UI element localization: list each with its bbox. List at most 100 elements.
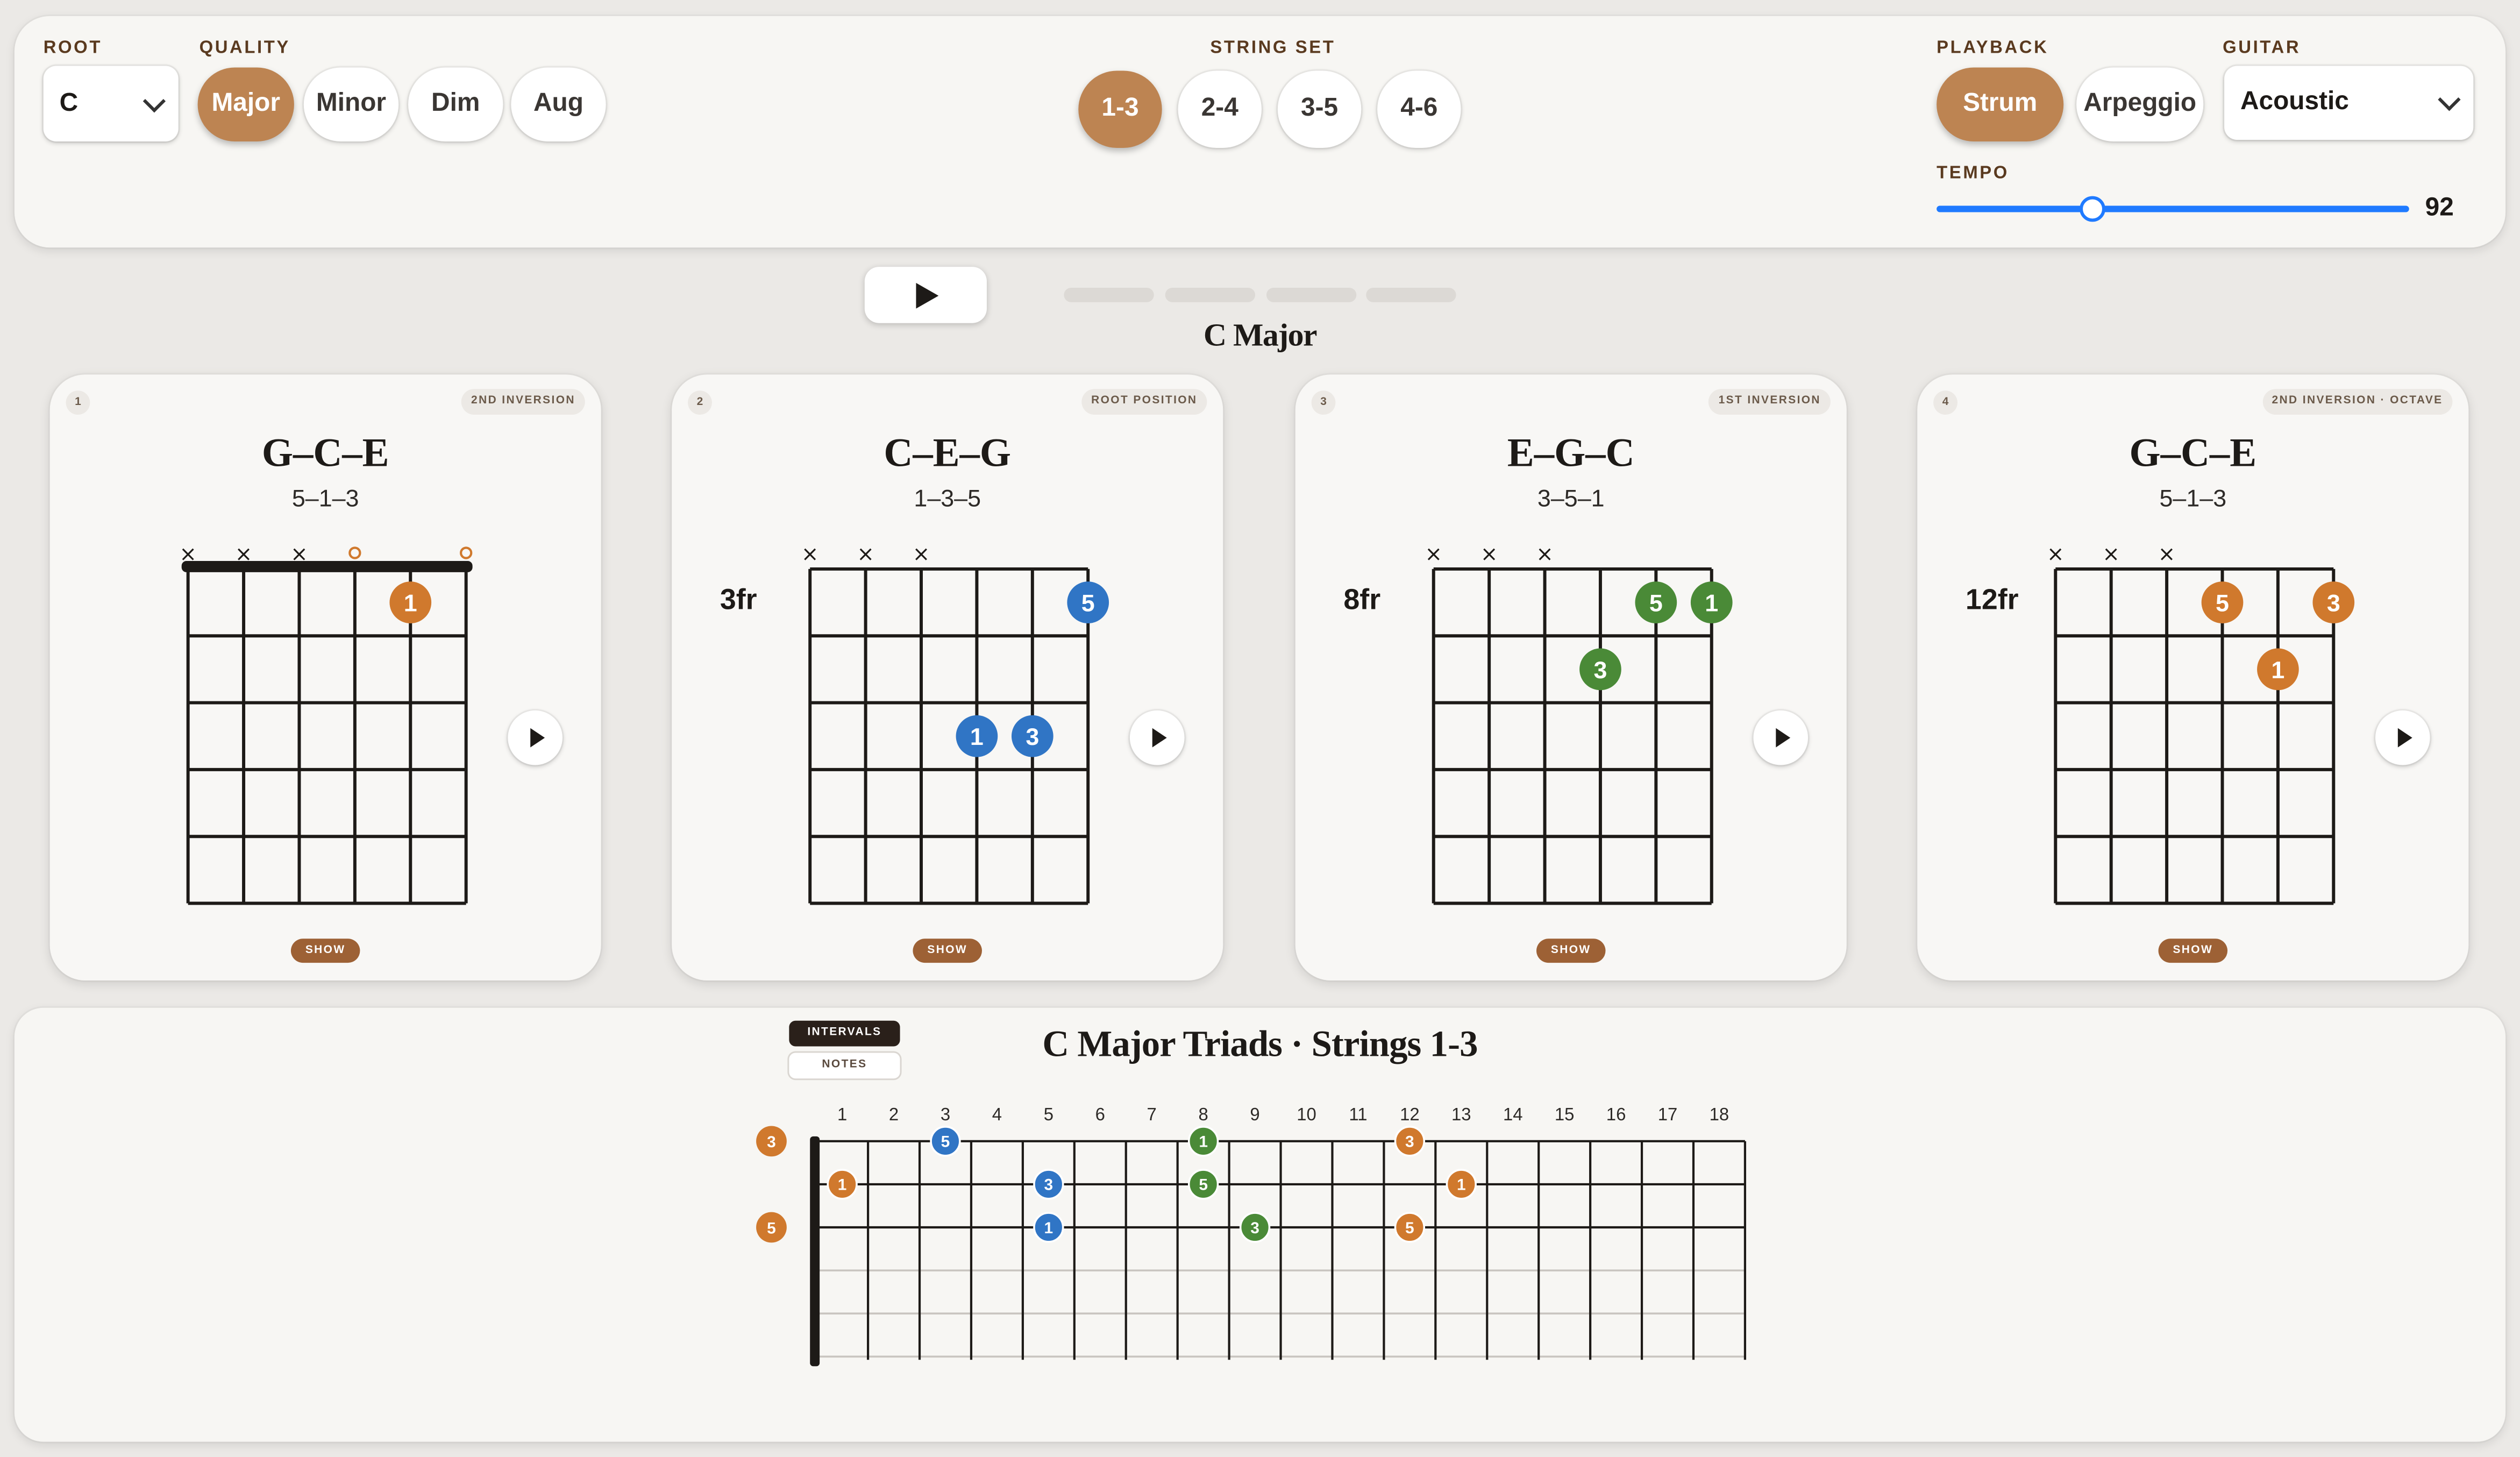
play-voicing-button[interactable] [1129,710,1185,765]
fret-number: 14 [1503,1104,1523,1124]
guitar-label: GUITAR [2223,38,2301,58]
note-dot-label: 5 [1405,1219,1414,1237]
muted-string-marker: × [2047,542,2065,566]
note-dot-label: 1 [1457,1176,1466,1194]
fret-number: 1 [837,1104,847,1124]
string-set-label: STRING SET [1210,38,1336,58]
fret-number: 4 [992,1104,1002,1124]
sequence-progress [1064,287,1456,302]
show-button[interactable]: SHOW [1536,939,1606,963]
play-voicing-button[interactable] [508,710,563,765]
string-set-1-3-button[interactable]: 1-3 [1078,70,1162,148]
root-select[interactable]: C [43,66,179,141]
play-voicing-button[interactable] [2375,710,2430,765]
quality-dim-button[interactable]: Dim [408,67,503,141]
note-dot-label: 1 [1044,1219,1053,1237]
note-dot-label: 5 [941,1133,950,1151]
progress-segment [1165,287,1256,302]
fret-number: 11 [1349,1104,1367,1124]
string-set-4-6-button[interactable]: 4-6 [1377,70,1461,148]
chord-diagram: × × × 5 3 1 [2047,542,2355,905]
finger-dot-label: 3 [1026,723,1039,750]
guitar-value: Acoustic [2240,88,2349,116]
quality-label: QUALITY [199,38,290,58]
fret-number: 17 [1658,1104,1678,1124]
playback-strum-button[interactable]: Strum [1937,67,2064,141]
chord-diagram: × × ×1 [179,542,473,905]
fret-number: 8 [1198,1104,1208,1124]
fretboard-diagram: 1 2 3 4 5 6 7 8 9 10 11 12 13 14 15 16 17 18355 1 31 3 5 11 3 5 [756,1104,1747,1367]
fretboard-panel: INTERVALS NOTES C Major Triads · Strings… [14,1007,2506,1442]
finger-dot-label: 1 [1705,590,1718,617]
tempo-slider-track [1937,205,2409,212]
string-set-3-5-button[interactable]: 3-5 [1277,70,1362,148]
fret-number: 16 [1606,1104,1626,1124]
note-dot-label: 1 [1199,1133,1208,1151]
finger-dot-label: 3 [1593,657,1607,684]
show-button[interactable]: SHOW [913,939,982,963]
muted-string-marker: × [801,542,819,566]
progress-segment [1266,287,1357,302]
fret-number: 15 [1555,1104,1575,1124]
voicing-card-3[interactable]: 3 1ST INVERSION E–G–C 3–5–1 8fr × × × 5 1 3 S… [1295,374,1847,980]
fret-number: 12 [1400,1104,1420,1124]
root-value: C [59,89,79,117]
show-button[interactable]: SHOW [290,939,360,963]
tempo-slider[interactable] [1937,196,2409,222]
note-dot-label: 3 [1250,1219,1259,1237]
chevron-down-icon [143,89,166,112]
voicing-card-1[interactable]: 1 2ND INVERSION G–C–E 5–1–3 × × × 1 SHOW [49,374,601,980]
app-root: ROOT C QUALITY Major Minor Dim Aug STRIN… [0,0,2520,1456]
fretboard-nut [810,1136,820,1367]
finger-dot-label: 1 [2271,657,2284,684]
guitar-select[interactable]: Acoustic [2224,66,2474,140]
open-note-label: 3 [767,1133,776,1151]
tempo-label: TEMPO [1937,164,2009,183]
chord-diagram: × × × 5 1 3 [801,542,1109,905]
root-label: ROOT [43,38,103,58]
muted-string-marker: × [1480,542,1498,566]
open-string-marker [460,546,473,559]
voicing-card-2[interactable]: 2 ROOT POSITION C–E–G 1–3–5 3fr × × × 5 1 3 S… [672,374,1223,980]
quality-aug-button[interactable]: Aug [511,67,606,141]
open-note-label: 5 [767,1219,776,1237]
note-dot-label: 3 [1405,1133,1414,1151]
note-dot-label: 3 [1044,1176,1053,1194]
quality-minor-button[interactable]: Minor [303,67,399,141]
playback-arpeggio-button[interactable]: Arpeggio [2076,67,2204,141]
chevron-down-icon [2438,88,2461,111]
fret-number: 2 [889,1104,899,1124]
note-dot-label: 5 [1199,1176,1208,1194]
fret-number: 18 [1710,1104,1729,1124]
show-button[interactable]: SHOW [2158,939,2228,963]
finger-dot-label: 5 [2216,590,2229,617]
playback-label: PLAYBACK [1937,38,2049,58]
controls-panel: ROOT C QUALITY Major Minor Dim Aug STRIN… [14,16,2506,248]
fret-number: 6 [1095,1104,1105,1124]
chord-title: C Major [1203,318,1318,354]
tempo-slider-thumb[interactable] [2080,196,2105,222]
fret-number: 3 [941,1104,950,1124]
progress-segment [1064,287,1154,302]
fret-number: 13 [1451,1104,1471,1124]
note-dot-label: 1 [838,1176,847,1194]
play-sequence-button[interactable] [864,267,987,323]
muted-string-marker: × [1536,542,1554,566]
play-voicing-button[interactable] [1753,710,1809,765]
nut [181,560,473,572]
finger-dot-label: 1 [970,723,984,750]
finger-dot-label: 3 [2327,590,2340,617]
muted-string-marker: × [857,542,874,566]
fret-number: 10 [1297,1104,1316,1124]
voicing-card-4[interactable]: 4 2ND INVERSION · OCTAVE G–C–E 5–1–3 12f… [1917,374,2469,980]
finger-dot-label: 5 [1081,590,1095,617]
quality-major-button[interactable]: Major [197,67,294,141]
open-string-marker [348,546,361,559]
chord-diagram: × × × 5 1 3 [1425,542,1733,905]
string-set-2-4-button[interactable]: 2-4 [1178,70,1262,148]
finger-dot-label: 5 [1649,590,1663,617]
play-icon [916,282,939,309]
finger-dot-label: 1 [404,590,417,617]
tempo-value: 92 [2425,194,2454,222]
muted-string-marker: × [913,542,930,566]
